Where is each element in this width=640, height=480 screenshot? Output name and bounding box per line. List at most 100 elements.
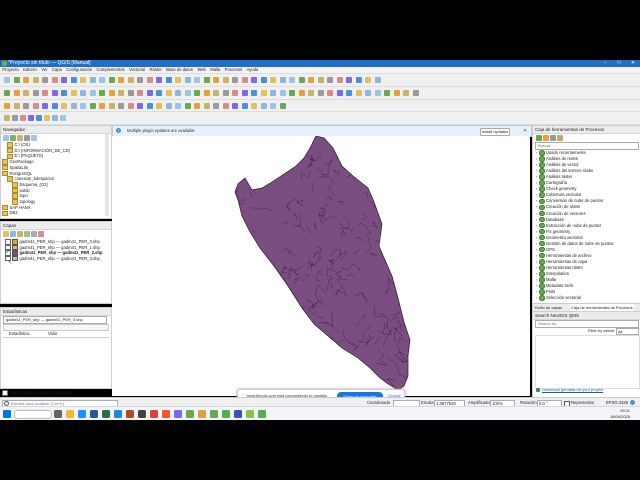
menu-item-4[interactable]: Configuración	[64, 67, 94, 73]
app-icon-4[interactable]	[198, 410, 206, 418]
selected-only-checkbox[interactable]: Objetos seleccionados sólamente	[2, 390, 110, 396]
models-icon[interactable]	[536, 135, 542, 141]
toolbar-2-icon-21[interactable]	[203, 90, 210, 96]
app-icon-1[interactable]	[114, 410, 122, 418]
toolbar-1-icon-39[interactable]	[374, 77, 381, 83]
powerpoint-icon[interactable]	[126, 410, 134, 418]
qgis-taskbar-icon-1[interactable]	[186, 410, 194, 418]
history-icon[interactable]	[543, 135, 549, 141]
menu-item-11[interactable]: Procesos	[222, 67, 244, 73]
toolbar-2-icon-20[interactable]	[194, 90, 200, 96]
toolbox-group[interactable]: › Selección vectorial	[536, 295, 581, 301]
statistics-layer-select[interactable]: gadm41_PER_shp — gadm41_PER_3.shp	[3, 316, 107, 324]
toolbar-3-icon-9[interactable]	[89, 103, 96, 109]
task-view-icon[interactable]	[54, 410, 62, 418]
toolbar-2-icon-28[interactable]	[270, 90, 276, 96]
toolbar-3-icon-5[interactable]	[51, 103, 58, 109]
toolbar-2-icon-19[interactable]	[184, 90, 191, 96]
close-button[interactable]: ✕	[626, 60, 640, 67]
toolbar-1-icon-1[interactable]	[13, 77, 20, 83]
toolbar-3-icon-3[interactable]	[32, 103, 39, 109]
toolbar-1-icon-29[interactable]	[279, 77, 286, 83]
qms-download-link[interactable]: Download geodata for your project	[542, 387, 603, 393]
toolbar-2-icon-34[interactable]	[327, 90, 333, 96]
word-icon[interactable]	[90, 410, 98, 418]
toolbar-3-icon-17[interactable]	[165, 103, 172, 109]
add-icon[interactable]	[3, 135, 9, 141]
menu-item-1[interactable]: Edición	[21, 67, 39, 73]
toolbar-3-icon-7[interactable]	[70, 103, 77, 109]
qgis-taskbar-icon-2[interactable]	[210, 410, 218, 418]
toolbar-1-icon-15[interactable]	[146, 77, 153, 83]
qgis-taskbar-icon-5[interactable]	[258, 410, 266, 418]
toolbar-1-icon-11[interactable]	[108, 77, 115, 83]
menu-item-0[interactable]: Proyecto	[0, 67, 21, 73]
info-icon[interactable]	[31, 135, 37, 141]
toolbar-2-icon-24[interactable]	[232, 90, 238, 96]
menu-item-8[interactable]: Base de datos	[164, 67, 195, 73]
qms-search-input[interactable]: Search by...	[535, 320, 639, 328]
filter-icon[interactable]	[17, 135, 23, 141]
toolbar-2-icon-10[interactable]	[99, 90, 105, 96]
toolbar-1-icon-21[interactable]	[203, 77, 210, 83]
toolbar-1-icon-26[interactable]	[251, 77, 257, 83]
app-icon-2[interactable]	[138, 410, 146, 418]
app-icon-5[interactable]	[234, 410, 242, 418]
toolbar-2-icon-31[interactable]	[298, 90, 305, 96]
toolbar-2-icon-7[interactable]	[70, 90, 77, 96]
toolbar-3-icon-26[interactable]	[251, 103, 257, 109]
toolbar-1-icon-0[interactable]	[4, 77, 10, 83]
toolbar-1-icon-23[interactable]	[222, 77, 229, 83]
toolbar-1-icon-30[interactable]	[289, 77, 295, 83]
toolbar-2-icon-37[interactable]	[355, 90, 362, 96]
toolbar-2-icon-4[interactable]	[42, 90, 48, 96]
toolbar-2-icon-0[interactable]	[4, 90, 10, 96]
toolbar-1-icon-18[interactable]	[175, 77, 181, 83]
toolbar-3-icon-0[interactable]	[4, 103, 10, 109]
layer-item[interactable]: gadm41_PER_shp — gadm41_PER_3.shp	[5, 256, 100, 262]
qgis-taskbar-icon-3[interactable]	[222, 410, 230, 418]
toolbar-4-icon-4[interactable]	[36, 115, 42, 121]
toolbar-2-icon-18[interactable]	[175, 90, 181, 96]
toolbar-2-icon-36[interactable]	[346, 90, 352, 96]
toolbar-3-icon-29[interactable]	[279, 103, 286, 109]
toolbar-2-icon-39[interactable]	[374, 90, 381, 96]
browser-item[interactable]: DB2	[2, 210, 18, 217]
toolbar-1-icon-32[interactable]	[308, 77, 314, 83]
menu-item-7[interactable]: Ráster	[147, 67, 164, 73]
toolbar-3-icon-8[interactable]	[80, 103, 86, 109]
qgis-taskbar-icon-4[interactable]	[246, 410, 254, 418]
tab-layer-styling[interactable]: Estilo de capas	[535, 304, 562, 311]
toolbar-1-icon-38[interactable]	[365, 77, 371, 83]
toolbar-2-icon-27[interactable]	[260, 90, 267, 96]
statistics-field-row[interactable]	[3, 324, 109, 331]
results-icon[interactable]	[550, 135, 556, 141]
refresh-icon[interactable]	[10, 135, 16, 141]
collapse-icon[interactable]	[24, 135, 30, 141]
toolbar-3-icon-1[interactable]	[13, 103, 20, 109]
minimize-button[interactable]: –	[598, 60, 612, 67]
toolbar-3-icon-28[interactable]	[270, 103, 276, 109]
toolbar-2-icon-29[interactable]	[279, 90, 286, 96]
maximize-button[interactable]: □	[612, 60, 626, 67]
toolbar-2-icon-6[interactable]	[61, 90, 67, 96]
toolbar-3-icon-25[interactable]	[241, 103, 248, 109]
toolbar-1-icon-22[interactable]	[213, 77, 219, 83]
toolbar-2-icon-12[interactable]	[118, 90, 124, 96]
toolbar-2-icon-5[interactable]	[51, 90, 58, 96]
toolbar-1-icon-10[interactable]	[99, 77, 105, 83]
toolbar-1-icon-28[interactable]	[270, 77, 276, 83]
toolbar-1-icon-8[interactable]	[80, 77, 86, 83]
toolbar-3-icon-18[interactable]	[175, 103, 181, 109]
toolbar-1-icon-7[interactable]	[70, 77, 77, 83]
notification-close-icon[interactable]: ✕	[523, 127, 527, 135]
toolbar-1-icon-5[interactable]	[51, 77, 58, 83]
toolbar-3-icon-12[interactable]	[118, 103, 124, 109]
toolbar-2-icon-42[interactable]	[403, 90, 409, 96]
menu-item-9[interactable]: Web	[195, 67, 208, 73]
toolbar-2-icon-26[interactable]	[251, 90, 257, 96]
toolbar-1-icon-34[interactable]	[327, 77, 333, 83]
toolbar-2-icon-3[interactable]	[32, 90, 39, 96]
toolbar-1-icon-6[interactable]	[61, 77, 67, 83]
options-icon[interactable]	[557, 135, 563, 141]
